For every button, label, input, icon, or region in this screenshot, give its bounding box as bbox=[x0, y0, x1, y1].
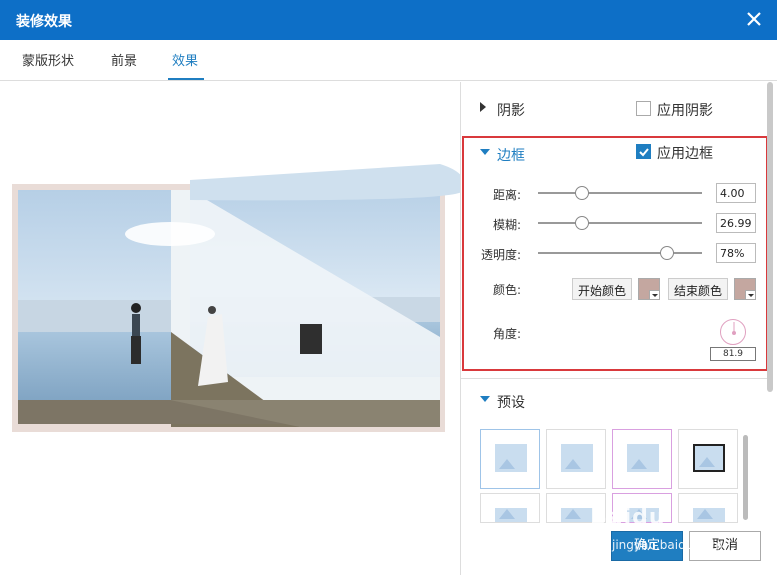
angle-pointer-icon bbox=[732, 322, 736, 335]
end-color-button[interactable]: 结束颜色 bbox=[668, 278, 729, 300]
collapse-arrow-icon[interactable] bbox=[480, 396, 490, 402]
opacity-slider-thumb[interactable] bbox=[660, 246, 674, 260]
blur-slider-track[interactable] bbox=[538, 222, 702, 224]
close-icon[interactable] bbox=[743, 8, 765, 30]
shadow-section-label[interactable]: 阴影 bbox=[497, 100, 525, 120]
preset-thumbnail[interactable] bbox=[678, 493, 738, 523]
tab-bar: 蒙版形状 前景 效果 bbox=[0, 40, 777, 81]
preview-area bbox=[0, 82, 460, 575]
angle-dial[interactable] bbox=[720, 319, 746, 345]
distance-input[interactable] bbox=[716, 183, 756, 203]
tab-mask-shape[interactable]: 蒙版形状 bbox=[22, 50, 74, 69]
checkmark-icon bbox=[639, 148, 649, 157]
border-section-label[interactable]: 边框 bbox=[497, 145, 525, 165]
presets-section-label[interactable]: 预设 bbox=[497, 392, 525, 412]
presets-scrollbar[interactable] bbox=[743, 435, 748, 520]
preset-thumbnail[interactable] bbox=[546, 429, 606, 489]
window-title: 装修效果 bbox=[16, 14, 72, 30]
distance-slider-track[interactable] bbox=[538, 192, 702, 194]
opacity-label: 透明度: bbox=[481, 248, 522, 262]
angle-label: 角度: bbox=[493, 327, 522, 341]
angle-value[interactable]: 81.9 bbox=[710, 347, 756, 361]
preset-thumbnail[interactable] bbox=[612, 429, 672, 489]
preset-thumbnail[interactable] bbox=[480, 493, 540, 523]
panel-scrollbar[interactable] bbox=[767, 82, 773, 392]
dropdown-arrow-icon bbox=[652, 294, 658, 297]
start-color-button[interactable]: 开始颜色 bbox=[572, 278, 633, 300]
apply-border-checkbox[interactable] bbox=[636, 144, 651, 159]
panel-divider bbox=[460, 82, 461, 575]
collapse-arrow-icon[interactable] bbox=[480, 149, 490, 155]
blur-slider-thumb[interactable] bbox=[575, 216, 589, 230]
tab-foreground[interactable]: 前景 bbox=[111, 50, 137, 69]
distance-label: 距离: bbox=[493, 188, 522, 202]
end-color-swatch[interactable] bbox=[734, 278, 756, 300]
blur-label: 模糊: bbox=[493, 218, 522, 232]
expand-arrow-icon[interactable] bbox=[480, 102, 486, 112]
tab-effects[interactable]: 效果 bbox=[172, 50, 198, 69]
baidu-watermark-url: jingyan.baidu.com bbox=[612, 538, 723, 552]
preset-thumbnail[interactable] bbox=[678, 429, 738, 489]
section-divider bbox=[461, 378, 767, 379]
title-bar: 装修效果 bbox=[0, 0, 777, 40]
apply-shadow-checkbox[interactable] bbox=[636, 101, 651, 116]
color-label: 颜色: bbox=[493, 283, 522, 297]
preset-thumbnail[interactable] bbox=[480, 429, 540, 489]
apply-border-label: 应用边框 bbox=[657, 146, 713, 162]
baidu-watermark: Baidu bbox=[590, 505, 666, 530]
start-color-swatch[interactable] bbox=[638, 278, 660, 300]
apply-shadow-label: 应用阴影 bbox=[657, 103, 713, 119]
dropdown-arrow-icon bbox=[748, 294, 754, 297]
opacity-slider-track[interactable] bbox=[538, 252, 702, 254]
preview-image bbox=[12, 164, 460, 432]
blur-input[interactable] bbox=[716, 213, 756, 233]
opacity-input[interactable] bbox=[716, 243, 756, 263]
distance-slider-thumb[interactable] bbox=[575, 186, 589, 200]
active-tab-indicator bbox=[168, 78, 204, 80]
